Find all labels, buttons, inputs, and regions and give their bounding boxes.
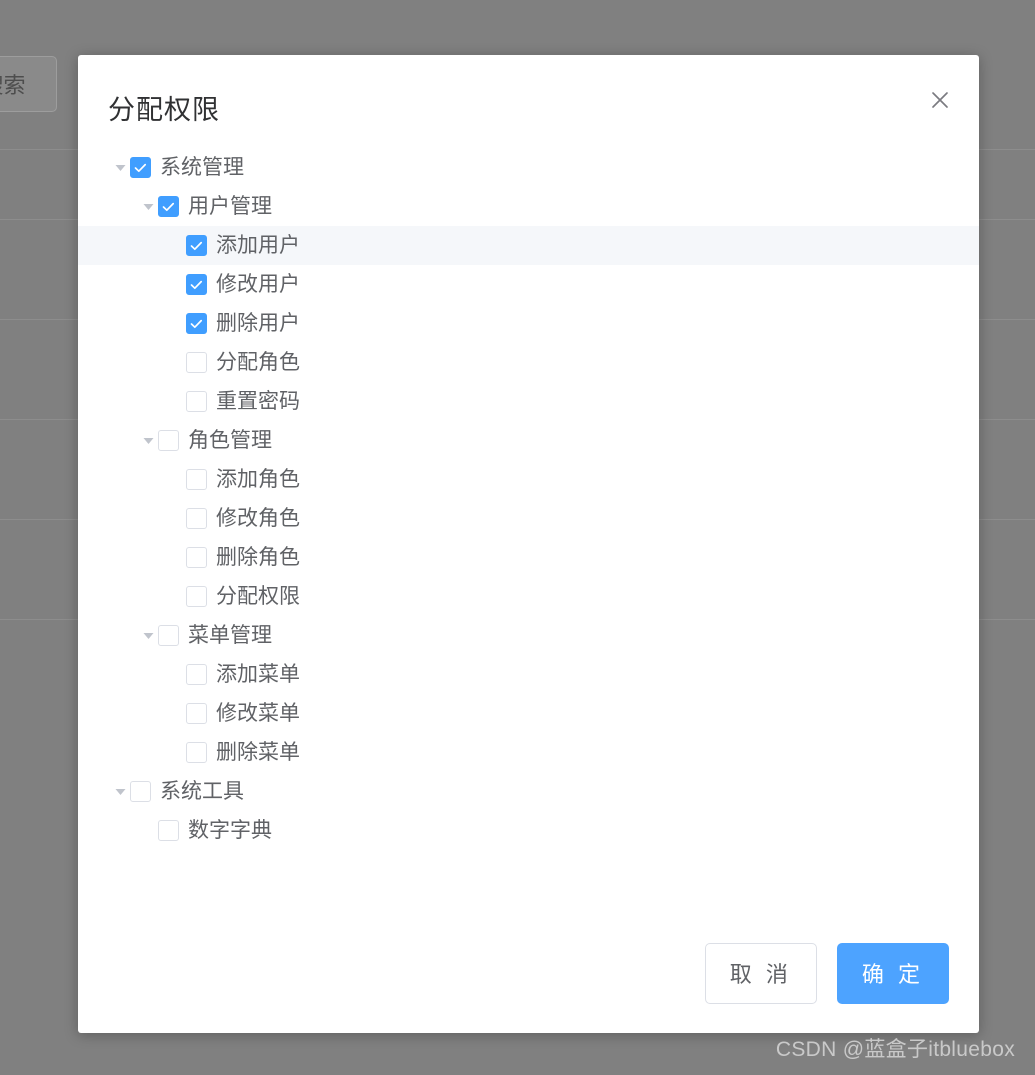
tree-checkbox[interactable]: [186, 703, 207, 724]
tree-node-label: 修改菜单: [216, 702, 300, 725]
tree-checkbox[interactable]: [158, 820, 179, 841]
tree-node-用户管理[interactable]: 用户管理: [78, 187, 979, 226]
tree-node-菜单管理[interactable]: 菜单管理: [78, 616, 979, 655]
tree-node-添加角色[interactable]: 添加角色: [78, 460, 979, 499]
tree-node-label: 添加角色: [216, 468, 300, 491]
tree-node-label: 系统管理: [160, 156, 244, 179]
tree-node-label: 角色管理: [188, 429, 272, 452]
dialog-footer: 取 消 确 定: [78, 913, 979, 1033]
tree-node-label: 数字字典: [188, 819, 272, 842]
chevron-down-icon[interactable]: [138, 187, 158, 226]
tree-node-系统工具[interactable]: 系统工具: [78, 772, 979, 811]
dialog-title: 分配权限: [108, 95, 220, 125]
tree-checkbox[interactable]: [186, 547, 207, 568]
cancel-button[interactable]: 取 消: [704, 942, 817, 1004]
dialog-body: 系统管理用户管理添加用户修改用户删除用户分配角色重置密码角色管理添加角色修改角色…: [78, 148, 979, 850]
tree-checkbox[interactable]: [130, 781, 151, 802]
tree-node-删除用户[interactable]: 删除用户: [78, 304, 979, 343]
tree-checkbox[interactable]: [186, 352, 207, 373]
tree-node-添加用户[interactable]: 添加用户: [78, 226, 979, 265]
tree-caret-placeholder: [166, 577, 186, 616]
tree-checkbox[interactable]: [186, 391, 207, 412]
tree-node-label: 删除用户: [216, 312, 300, 335]
assign-permission-dialog: 分配权限 系统管理用户管理添加用户修改用户删除用户分配角色重置密码角色管理添加角…: [78, 55, 979, 1033]
tree-checkbox[interactable]: [186, 664, 207, 685]
chevron-down-icon[interactable]: [110, 148, 130, 187]
permission-tree: 系统管理用户管理添加用户修改用户删除用户分配角色重置密码角色管理添加角色修改角色…: [78, 148, 979, 850]
tree-node-label: 删除角色: [216, 546, 300, 569]
tree-checkbox[interactable]: [186, 469, 207, 490]
tree-node-label: 系统工具: [160, 780, 244, 803]
tree-node-添加菜单[interactable]: 添加菜单: [78, 655, 979, 694]
tree-node-分配权限[interactable]: 分配权限: [78, 577, 979, 616]
tree-caret-placeholder: [166, 226, 186, 265]
tree-node-数字字典[interactable]: 数字字典: [78, 811, 979, 850]
tree-node-label: 分配权限: [216, 585, 300, 608]
tree-checkbox[interactable]: [158, 625, 179, 646]
tree-caret-placeholder: [166, 265, 186, 304]
background-search-button[interactable]: 搜索: [0, 56, 57, 112]
tree-checkbox[interactable]: [158, 196, 179, 217]
chevron-down-icon[interactable]: [138, 421, 158, 460]
tree-node-label: 修改用户: [216, 273, 300, 296]
tree-caret-placeholder: [166, 733, 186, 772]
tree-node-重置密码[interactable]: 重置密码: [78, 382, 979, 421]
watermark-text: CSDN @蓝盒子itbluebox: [775, 1038, 1015, 1061]
chevron-down-icon[interactable]: [138, 616, 158, 655]
tree-caret-placeholder: [166, 382, 186, 421]
close-icon[interactable]: [925, 85, 955, 115]
tree-node-修改菜单[interactable]: 修改菜单: [78, 694, 979, 733]
tree-checkbox[interactable]: [186, 313, 207, 334]
tree-node-label: 菜单管理: [188, 624, 272, 647]
tree-caret-placeholder: [166, 694, 186, 733]
tree-node-修改用户[interactable]: 修改用户: [78, 265, 979, 304]
tree-node-删除菜单[interactable]: 删除菜单: [78, 733, 979, 772]
tree-node-角色管理[interactable]: 角色管理: [78, 421, 979, 460]
confirm-button[interactable]: 确 定: [836, 942, 949, 1004]
tree-node-label: 添加用户: [216, 234, 300, 257]
tree-checkbox[interactable]: [186, 586, 207, 607]
tree-node-label: 修改角色: [216, 507, 300, 530]
tree-caret-placeholder: [166, 655, 186, 694]
tree-caret-placeholder: [166, 499, 186, 538]
tree-node-label: 分配角色: [216, 351, 300, 374]
tree-node-修改角色[interactable]: 修改角色: [78, 499, 979, 538]
tree-node-label: 用户管理: [188, 195, 272, 218]
tree-node-系统管理[interactable]: 系统管理: [78, 148, 979, 187]
tree-node-label: 添加菜单: [216, 663, 300, 686]
tree-checkbox[interactable]: [186, 274, 207, 295]
tree-node-label: 删除菜单: [216, 741, 300, 764]
tree-caret-placeholder: [166, 538, 186, 577]
chevron-down-icon[interactable]: [110, 772, 130, 811]
tree-node-分配角色[interactable]: 分配角色: [78, 343, 979, 382]
tree-checkbox[interactable]: [186, 508, 207, 529]
tree-checkbox[interactable]: [186, 235, 207, 256]
tree-caret-placeholder: [166, 343, 186, 382]
tree-node-label: 重置密码: [216, 390, 300, 413]
tree-caret-placeholder: [166, 460, 186, 499]
tree-checkbox[interactable]: [186, 742, 207, 763]
tree-node-删除角色[interactable]: 删除角色: [78, 538, 979, 577]
tree-checkbox[interactable]: [130, 157, 151, 178]
tree-caret-placeholder: [138, 811, 158, 850]
tree-caret-placeholder: [166, 304, 186, 343]
dialog-header: 分配权限: [78, 55, 979, 148]
tree-checkbox[interactable]: [158, 430, 179, 451]
